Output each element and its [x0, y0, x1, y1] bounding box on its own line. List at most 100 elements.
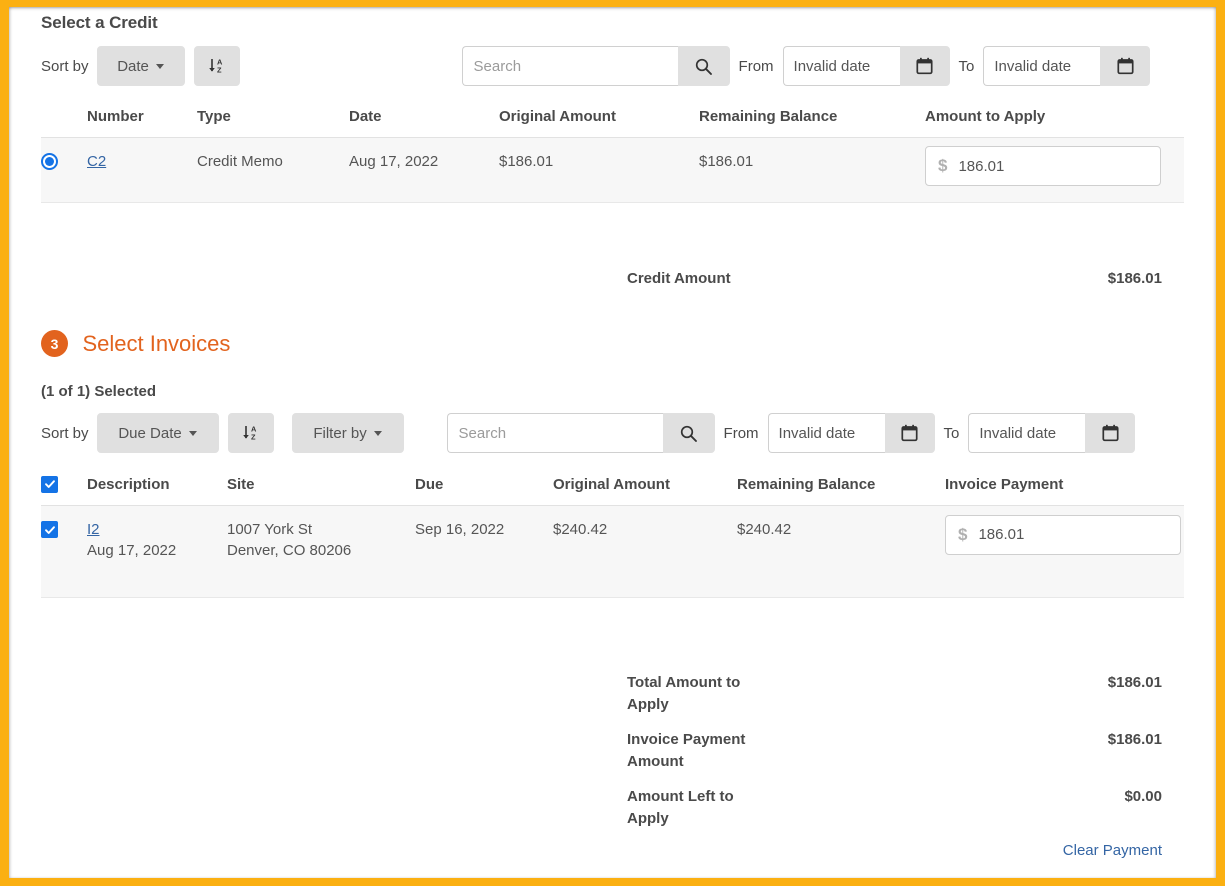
- credit-search-input[interactable]: [461, 46, 678, 86]
- credit-to-label: To: [958, 57, 975, 75]
- credit-row-radio[interactable]: [41, 152, 58, 170]
- invoices-filter-by-label: Filter by: [313, 424, 367, 442]
- invoice-row-payment-cell: $: [945, 505, 1184, 598]
- invoices-header-site: Site: [227, 467, 415, 506]
- credit-row-date: Aug 17, 2022: [349, 137, 499, 203]
- total-amount-to-apply-label: Total Amount to Apply: [627, 673, 741, 713]
- dollar-sign-icon: $: [938, 156, 948, 175]
- sort-descending-icon: A Z: [208, 58, 223, 75]
- select-invoices-title: Select Invoices: [82, 330, 231, 356]
- select-a-credit-title: Select a Credit: [41, 13, 158, 32]
- credit-table-header-row: Number Type Date Original Amount Remaini…: [41, 100, 1184, 138]
- invoice-row-original-amount: $240.42: [553, 505, 737, 598]
- credit-header-amount-to-apply: Amount to Apply: [925, 100, 1184, 138]
- invoices-table-header-row: Description Site Due Original Amount Rem…: [41, 467, 1184, 506]
- invoices-header-description: Description: [87, 467, 227, 506]
- invoices-to-date-group: [968, 413, 1136, 453]
- invoice-payment-amount-label: Invoice Payment Amount: [627, 730, 746, 770]
- calendar-icon: [1117, 57, 1134, 75]
- credit-header-select: [41, 100, 87, 138]
- credit-row-amount-to-apply-cell: $: [925, 137, 1184, 203]
- credit-to-date-group: [983, 46, 1151, 86]
- chevron-down-icon: [373, 430, 382, 436]
- credit-from-calendar-button[interactable]: [899, 46, 950, 86]
- search-icon: [680, 425, 697, 442]
- credit-sort-field-dropdown[interactable]: Date: [96, 46, 185, 86]
- credit-to-calendar-button[interactable]: [1100, 46, 1151, 86]
- amount-left-to-apply-label: Amount Left to Apply: [627, 787, 734, 827]
- amount-left-to-apply-row: Amount Left to Apply $0.00: [627, 786, 1162, 830]
- invoice-payment-input[interactable]: [976, 525, 1168, 545]
- invoices-to-date-input[interactable]: [968, 413, 1086, 453]
- invoices-from-date-group: [767, 413, 935, 453]
- credit-table: Number Type Date Original Amount Remaini…: [41, 100, 1184, 203]
- invoices-from-date-input[interactable]: [767, 413, 885, 453]
- sort-descending-icon: A Z: [242, 425, 257, 442]
- invoices-to-calendar-button[interactable]: [1085, 413, 1136, 453]
- invoice-description-link[interactable]: I2: [87, 521, 100, 538]
- invoices-header-original-amount: Original Amount: [553, 467, 737, 506]
- credit-row-select-cell: [41, 137, 87, 203]
- invoices-filter-by-dropdown[interactable]: Filter by: [291, 413, 404, 453]
- credit-sort-field-label: Date: [117, 57, 149, 75]
- invoices-toolbar: Sort by Due Date A Z Filter by Search Fr…: [41, 413, 1184, 453]
- invoice-row-checkbox[interactable]: [41, 521, 58, 539]
- invoice-row-select-cell: [41, 505, 87, 598]
- credit-sort-direction-button[interactable]: A Z: [193, 46, 240, 86]
- credit-from-date-input[interactable]: [782, 46, 900, 86]
- credit-search-group: [461, 46, 730, 86]
- invoice-site-line2: Denver, CO 80206: [227, 541, 352, 559]
- invoices-header-due: Due: [415, 467, 553, 506]
- credit-from-date-group: [782, 46, 950, 86]
- total-amount-to-apply-row: Total Amount to Apply $186.01: [627, 672, 1162, 716]
- invoices-search-group: [446, 413, 715, 453]
- select-invoices-heading: 3 Select Invoices: [41, 330, 1184, 357]
- payment-application-page: Select a Credit Sort by Date A Z Search …: [25, 7, 1200, 859]
- invoices-search-input[interactable]: [446, 413, 663, 453]
- clear-payment-link[interactable]: Clear Payment: [627, 842, 1162, 859]
- credit-amount-to-apply-input[interactable]: [956, 156, 1148, 176]
- credit-amount-value: $186.01: [1107, 270, 1162, 287]
- invoices-table: Description Site Due Original Amount Rem…: [41, 467, 1184, 598]
- invoice-row-remaining-balance: $240.42: [737, 505, 945, 598]
- invoice-row-description-cell: I2 Aug 17, 2022: [87, 505, 227, 598]
- page-viewport: Select a Credit Sort by Date A Z Search …: [9, 7, 1216, 878]
- credit-amount-to-apply-field[interactable]: $: [925, 146, 1161, 186]
- invoices-select-all-checkbox[interactable]: [41, 475, 58, 493]
- invoices-search-button[interactable]: [662, 413, 715, 453]
- credit-header-number: Number: [87, 100, 197, 138]
- svg-text:Z: Z: [251, 433, 256, 442]
- invoices-header-select-cell: [41, 467, 87, 506]
- invoices-from-calendar-button[interactable]: [884, 413, 935, 453]
- invoices-header-invoice-payment: Invoice Payment: [945, 467, 1184, 506]
- total-amount-to-apply-value: $186.01: [1107, 673, 1162, 691]
- credit-row-remaining-balance: $186.01: [699, 137, 925, 203]
- credit-search-button[interactable]: [677, 46, 730, 86]
- table-row[interactable]: I2 Aug 17, 2022 1007 York St Denver, CO …: [41, 505, 1184, 598]
- credit-amount-summary-row: Credit Amount $186.01: [41, 268, 1184, 290]
- invoice-description-date: Aug 17, 2022: [87, 541, 177, 559]
- table-row[interactable]: C2 Credit Memo Aug 17, 2022 $186.01 $186…: [41, 137, 1184, 203]
- credit-header-remaining-balance: Remaining Balance: [699, 100, 925, 138]
- invoices-sort-field-dropdown[interactable]: Due Date: [96, 413, 219, 453]
- credit-from-label: From: [738, 57, 774, 75]
- chevron-down-icon: [155, 63, 164, 69]
- totals-panel: Total Amount to Apply $186.01 Invoice Pa…: [41, 672, 1184, 859]
- calendar-icon: [916, 57, 933, 75]
- credit-header-type: Type: [197, 100, 349, 138]
- credit-to-date-input[interactable]: [983, 46, 1101, 86]
- checkmark-icon: [44, 525, 55, 534]
- checkmark-icon: [44, 480, 55, 488]
- credit-row-type: Credit Memo: [197, 137, 349, 203]
- invoices-sort-direction-button[interactable]: A Z: [227, 413, 274, 453]
- invoice-payment-field[interactable]: $: [945, 514, 1181, 555]
- search-icon: [695, 58, 712, 75]
- invoices-header-remaining-balance: Remaining Balance: [737, 467, 945, 506]
- credit-row-number-cell: C2: [87, 137, 197, 203]
- credit-row-original-amount: $186.01: [499, 137, 699, 203]
- chevron-down-icon: [188, 430, 197, 436]
- invoices-from-label: From: [723, 424, 759, 442]
- credit-number-link[interactable]: C2: [87, 153, 106, 170]
- invoice-site-line1: 1007 York St: [227, 520, 313, 538]
- calendar-icon: [1102, 424, 1119, 442]
